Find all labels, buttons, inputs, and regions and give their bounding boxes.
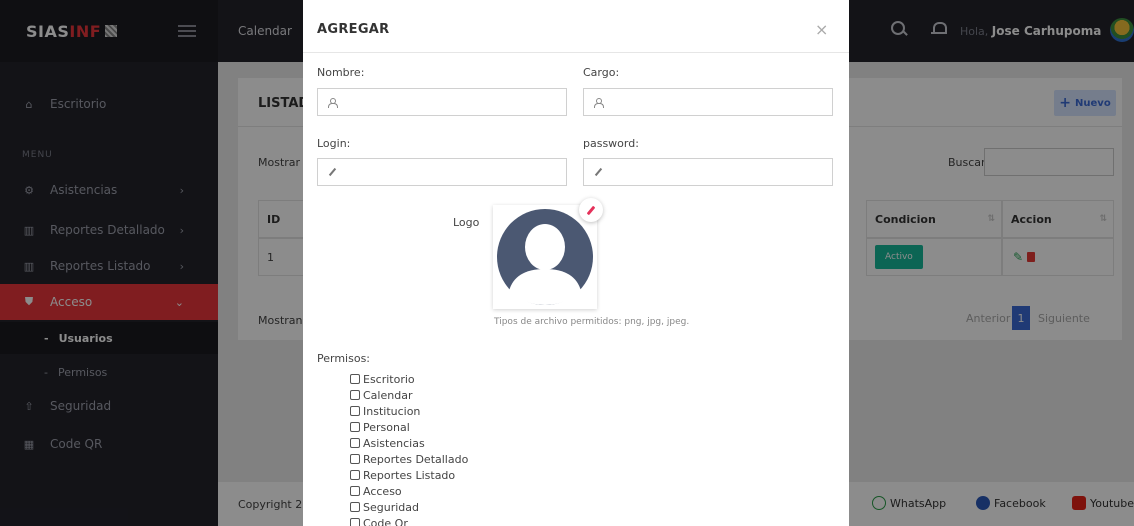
logo-preview [493,205,597,309]
checkbox-icon [350,486,360,496]
checkbox-icon [350,454,360,464]
checkbox-icon [350,438,360,448]
pencil-icon [586,205,596,215]
permission-institucion-checkbox[interactable]: Institucion [350,403,420,419]
password-field[interactable] [583,158,833,186]
cargo-field[interactable] [583,88,833,116]
permissions-title: Permisos: [317,352,371,365]
permission-seguridad-checkbox[interactable]: Seguridad [350,499,419,515]
permission-reportes-detallado-checkbox[interactable]: Reportes Detallado [350,451,468,467]
logo-label: Logo [453,216,480,229]
permission-reportes-listado-checkbox[interactable]: Reportes Listado [350,467,455,483]
checkbox-icon [350,518,360,526]
login-field[interactable] [317,158,567,186]
nombre-label: Nombre: [317,66,365,79]
modal-title: AGREGAR [317,22,390,37]
add-user-modal: AGREGAR × Nombre: Cargo: Login: password… [303,0,849,526]
login-label: Login: [317,137,351,150]
permission-escritorio-checkbox[interactable]: Escritorio [350,371,415,387]
checkbox-icon [350,406,360,416]
nombre-field[interactable] [317,88,567,116]
cargo-label: Cargo: [583,66,620,79]
permission-acceso-checkbox[interactable]: Acceso [350,483,402,499]
avatar-placeholder-icon [497,209,593,305]
user-icon [328,97,338,108]
permission-code-qr-checkbox[interactable]: Code Qr [350,515,408,526]
pencil-icon [594,167,603,177]
checkbox-icon [350,374,360,384]
file-types-hint: Tipos de archivo permitidos: png, jpg, j… [494,317,690,327]
permission-calendar-checkbox[interactable]: Calendar [350,387,412,403]
checkbox-icon [350,422,360,432]
checkbox-icon [350,502,360,512]
user-icon [594,97,604,108]
permission-personal-checkbox[interactable]: Personal [350,419,410,435]
checkbox-icon [350,470,360,480]
close-icon[interactable]: × [815,20,828,39]
permission-asistencias-checkbox[interactable]: Asistencias [350,435,425,451]
password-label: password: [583,137,639,150]
divider [303,52,849,53]
logo-edit-button[interactable] [579,198,603,222]
pencil-icon [328,167,337,177]
checkbox-icon [350,390,360,400]
